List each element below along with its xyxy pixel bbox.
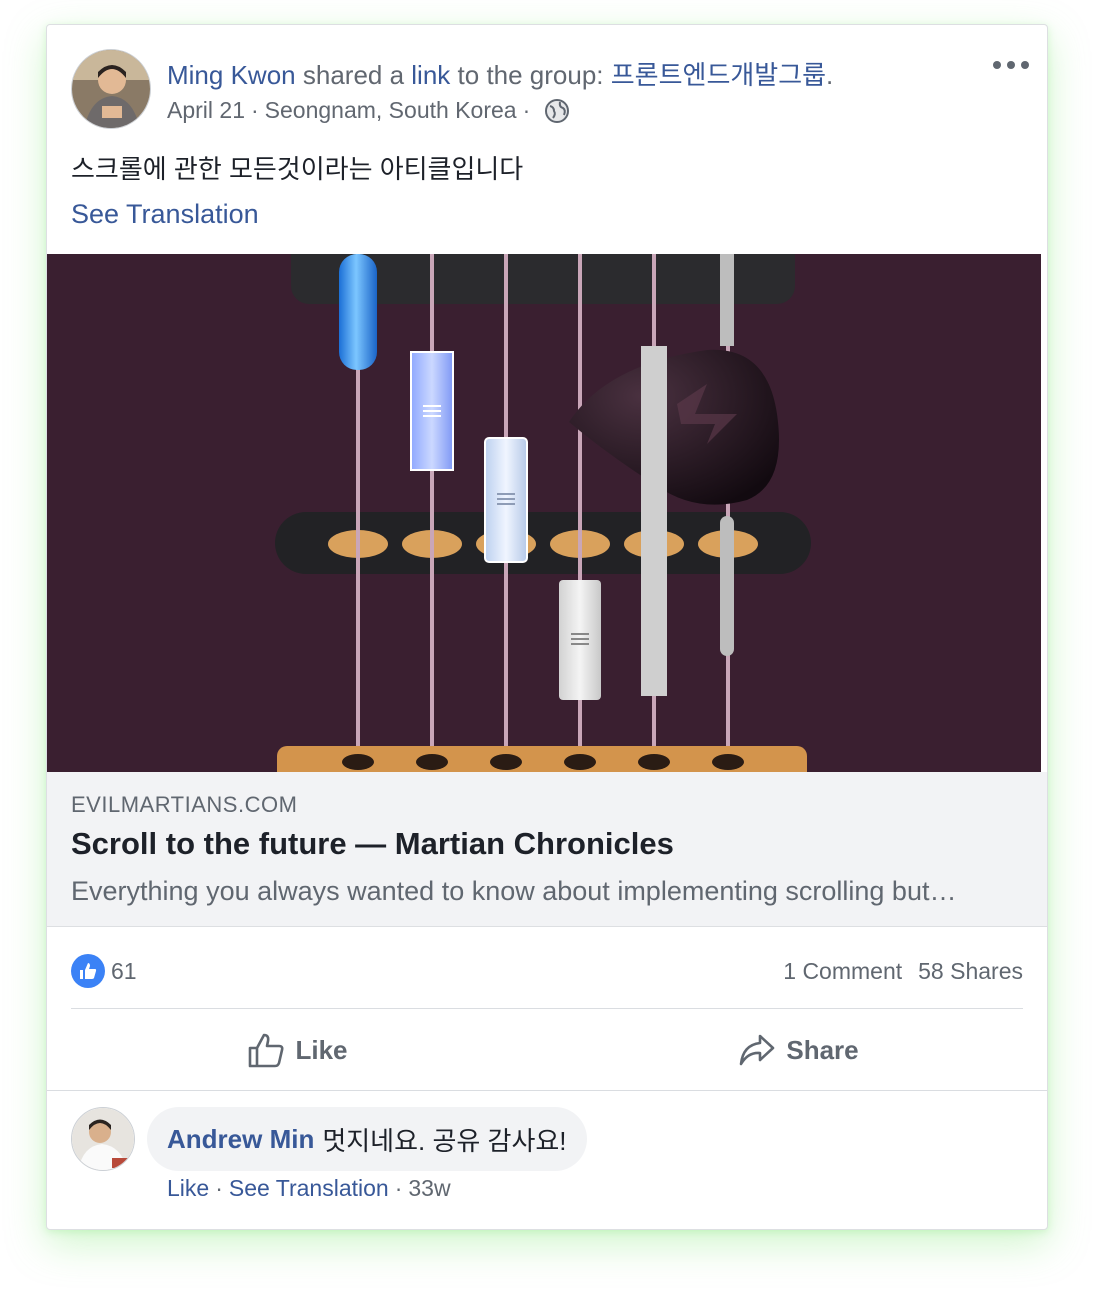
divider [47,1090,1047,1091]
like-label: Like [295,1034,348,1065]
share-arrow-icon [740,1034,775,1066]
comments-count[interactable]: 1 Comment [783,958,902,985]
link-description: Everything you always wanted to know abo… [71,876,957,906]
post-body: 스크롤에 관한 모든것이라는 아티클입니다 [71,154,524,184]
meta-separator: · [522,97,531,123]
link-preview-image[interactable] [47,254,1041,772]
reactions-summary[interactable]: 61 [71,954,137,988]
post-date[interactable]: April 21 [167,97,245,124]
like-button[interactable]: Like [47,1009,548,1091]
share-label: Share [786,1034,859,1065]
comment-separator: · [394,1175,403,1201]
dot-icon [1007,61,1015,69]
action-bar: Like Share [47,1009,1047,1091]
like-icon [71,954,105,988]
group-suffix: . [826,60,834,90]
link-domain: EVILMARTIANS.COM [71,792,298,817]
comment-like-link[interactable]: Like [167,1175,209,1201]
link-preview-footer[interactable]: EVILMARTIANS.COM Scroll to the future — … [47,772,1047,927]
comment-text: 멋지네요. 공유 감사요! [322,1125,567,1156]
shares-count[interactable]: 58 Shares [918,958,1023,985]
comment-actions: Like · See Translation · 33w [167,1175,451,1202]
post-header: Ming Kwon shared a link to the group: 프론… [167,55,833,92]
link-word[interactable]: link [411,60,450,90]
post-location[interactable]: Seongnam, South Korea [265,97,517,124]
commenter-avatar[interactable] [71,1107,135,1171]
dot-icon [1021,61,1029,69]
author-avatar[interactable] [71,49,151,129]
commenter-name[interactable]: Andrew Min [167,1124,314,1155]
to-group-text: to the group: [457,60,604,90]
globe-icon[interactable] [544,98,570,124]
comment-age[interactable]: 33w [408,1175,450,1201]
author-name[interactable]: Ming Kwon [167,60,296,90]
link-title[interactable]: Scroll to the future — Martian Chronicle… [71,826,674,862]
group-name[interactable]: 프론트엔드개발그룹 [611,60,826,90]
comment-separator: · [215,1175,223,1201]
comment-see-translation-link[interactable]: See Translation [229,1175,389,1201]
engagement-counts: 1 Comment 58 Shares [783,958,1023,985]
see-translation-link[interactable]: See Translation [71,199,259,230]
more-options-button[interactable] [993,55,1029,75]
thumbs-up-icon [249,1033,284,1068]
share-button[interactable]: Share [548,1009,1047,1091]
reaction-count: 61 [111,957,137,984]
comment-bubble: Andrew Min 멋지네요. 공유 감사요! [147,1107,587,1171]
post-meta: April 21 · Seongnam, South Korea · [167,97,570,124]
shared-text: shared a [302,60,405,90]
post-stats: 61 1 Comment 58 Shares [71,951,1023,991]
dot-icon [993,61,1001,69]
post-card: Ming Kwon shared a link to the group: 프론… [46,24,1048,1230]
meta-separator: · [250,97,259,123]
